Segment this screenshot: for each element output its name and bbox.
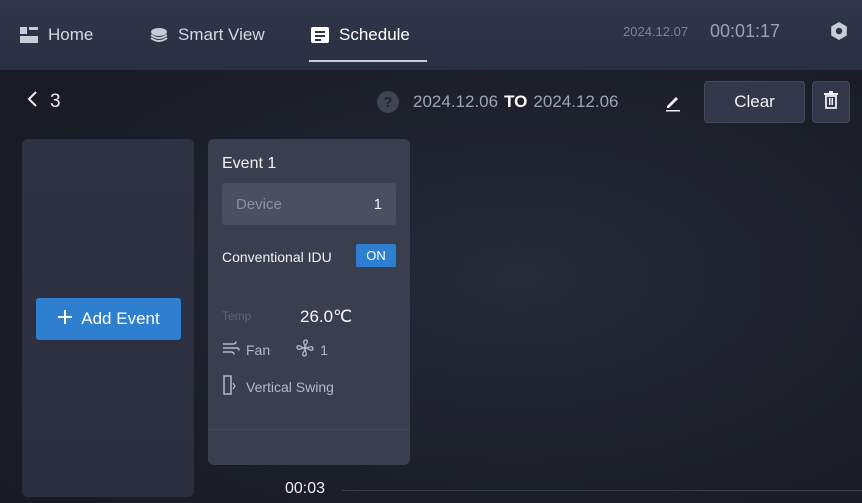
home-icon	[18, 24, 40, 46]
add-event-button[interactable]: Add Event	[36, 298, 181, 340]
card-divider	[208, 429, 410, 430]
fan-mode-row: Fan 1	[222, 339, 328, 360]
settings-button[interactable]	[828, 21, 850, 46]
calendar-icon	[309, 24, 331, 46]
back-count: 3	[50, 91, 61, 112]
gear-icon	[829, 21, 849, 46]
wind-icon	[222, 340, 240, 359]
event-card[interactable]: Event 1 Device 1 Conventional IDU ON Tem…	[208, 139, 410, 465]
range-start-date: 2024.12.06	[413, 92, 499, 111]
fan-speed: 1	[296, 339, 328, 360]
current-time: 00:01:17	[710, 21, 781, 41]
clear-button-label: Clear	[734, 92, 775, 111]
fan-label: Fan	[246, 341, 271, 358]
current-date: 2024.12.07	[623, 24, 689, 39]
tab-home[interactable]: Home	[18, 0, 93, 70]
power-state-label: ON	[366, 248, 386, 263]
temp-value: 26.0℃	[300, 307, 353, 326]
delete-button[interactable]	[812, 81, 850, 123]
device-selector[interactable]: Device 1	[222, 183, 396, 225]
swing-mode-row: Vertical Swing	[222, 375, 334, 398]
range-to-label: TO	[504, 92, 528, 111]
plus-icon	[57, 309, 73, 330]
add-event-label: Add Event	[81, 309, 160, 328]
layers-icon	[148, 24, 170, 46]
tab-home-label: Home	[48, 25, 94, 44]
device-label: Device	[236, 196, 282, 213]
swing-label: Vertical Swing	[246, 378, 334, 395]
timeline-line	[342, 490, 862, 491]
pencil-icon	[663, 97, 683, 116]
question-icon: ?	[383, 93, 393, 111]
tab-schedule-label: Schedule	[339, 25, 410, 44]
tab-smart-view[interactable]: Smart View	[148, 0, 265, 70]
tab-schedule[interactable]: Schedule	[309, 0, 427, 70]
trash-icon	[823, 90, 839, 114]
power-state-badge[interactable]: ON	[356, 244, 396, 267]
top-navigation-bar: Home Smart View Schedule 2024.12.07 00:0…	[0, 0, 862, 70]
edit-range-button[interactable]	[663, 92, 683, 112]
device-count: 1	[373, 196, 382, 213]
temp-label: Temp	[222, 309, 252, 323]
range-end-date: 2024.12.06	[533, 92, 619, 111]
fan-speed-value: 1	[320, 341, 328, 358]
tab-smart-view-label: Smart View	[178, 25, 265, 44]
chevron-left-icon	[26, 90, 38, 114]
back-button[interactable]: 3	[26, 90, 61, 114]
vertical-swing-icon	[222, 375, 236, 398]
clear-button[interactable]: Clear	[704, 81, 805, 123]
date-range: 2024.12.06 TO 2024.12.06	[413, 92, 619, 112]
fan-icon	[296, 339, 314, 360]
idu-name: Conventional IDU	[222, 249, 332, 265]
event-title: Event 1	[222, 155, 277, 172]
timeline-time-label: 00:03	[285, 480, 326, 497]
help-button[interactable]: ?	[377, 91, 399, 113]
